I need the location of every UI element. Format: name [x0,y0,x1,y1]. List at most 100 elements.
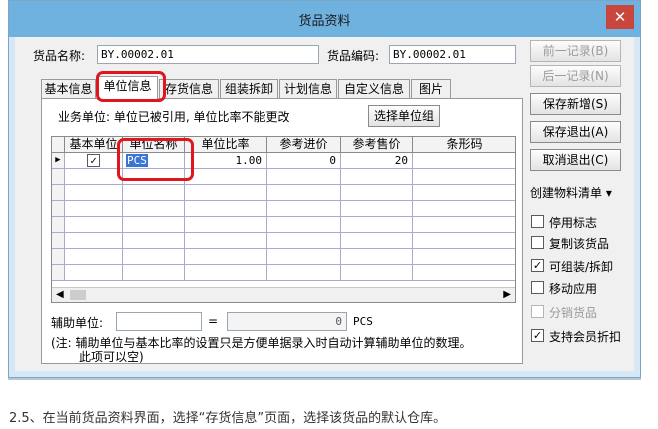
disable-flag-checkbox[interactable] [531,215,544,228]
empty-grid-cell[interactable] [52,169,65,185]
empty-grid-cell[interactable] [123,265,185,281]
table-row-cell-ref-purchase[interactable]: 0 [267,153,341,169]
empty-grid-cell[interactable] [341,265,413,281]
empty-grid-cell[interactable] [267,249,341,265]
horizontal-scrollbar[interactable]: ◀ ▶ [52,287,515,302]
save-exit-button[interactable]: 保存退出(A) [530,121,621,143]
empty-grid-cell[interactable] [123,249,185,265]
scroll-thumb[interactable] [70,290,86,300]
table-row-cell-unit-name[interactable]: PCS [123,153,185,169]
empty-grid-cell[interactable] [65,201,123,217]
empty-grid-cell[interactable] [52,185,65,201]
scroll-left-arrow-icon[interactable]: ◀ [56,288,64,302]
empty-grid-cell[interactable] [267,233,341,249]
empty-grid-cell[interactable] [185,201,267,217]
empty-grid-cell[interactable] [341,169,413,185]
empty-grid-cell[interactable] [123,185,185,201]
empty-grid-cell[interactable] [65,169,123,185]
empty-grid-cell[interactable] [185,169,267,185]
note-line-2: 此项可以空) [79,350,144,364]
table-row-cell-ref-sale[interactable]: 20 [341,153,413,169]
empty-grid-cell[interactable] [267,185,341,201]
empty-grid-cell[interactable] [65,233,123,249]
empty-grid-cell[interactable] [185,265,267,281]
empty-grid-cell[interactable] [185,249,267,265]
empty-grid-cell[interactable] [267,169,341,185]
empty-grid-cell[interactable] [267,217,341,233]
empty-grid-cell[interactable] [413,233,515,249]
next-record-button[interactable]: 后一记录(N) [530,65,621,87]
scroll-right-arrow-icon[interactable]: ▶ [503,288,511,302]
base-unit-checkbox[interactable]: ✓ [87,154,100,167]
distribution-goods-checkbox[interactable] [531,305,544,318]
table-row-cell-unit-ratio[interactable]: 1.00 [185,153,267,169]
select-unit-group-button[interactable]: 选择单位组 [368,105,440,127]
empty-grid-cell[interactable] [413,249,515,265]
distribution-goods-label: 分销货品 [549,306,598,320]
tab-inventory-info[interactable]: 存货信息 [159,79,219,99]
close-button[interactable]: ✕ [606,5,634,29]
create-bom-menu[interactable]: 创建物料清单 ▾ [530,184,612,201]
prev-record-button[interactable]: 前一记录(B) [530,40,621,62]
empty-grid-cell[interactable] [341,233,413,249]
tab-custom-info[interactable]: 自定义信息 [338,79,410,99]
empty-grid-cell[interactable] [123,169,185,185]
empty-grid-cell[interactable] [123,233,185,249]
tab-basic-info[interactable]: 基本信息 [41,79,96,99]
empty-grid-cell[interactable] [123,201,185,217]
goods-code-field[interactable]: BY.00002.01 [389,45,516,64]
save-new-button[interactable]: 保存新增(S) [530,93,621,115]
empty-grid-cell[interactable] [413,169,515,185]
disable-flag-label: 停用标志 [549,216,598,230]
empty-grid-cell[interactable] [65,249,123,265]
col-header-unit-name[interactable]: 单位名称 [123,137,185,153]
empty-grid-cell[interactable] [413,185,515,201]
empty-grid-cell[interactable] [52,201,65,217]
col-header-base-unit[interactable]: 基本单位 [65,137,123,153]
unit-grid[interactable]: 基本单位 单位名称 单位比率 参考进价 参考售价 条形码 ▶ ✓ PCS 1.0… [51,136,516,303]
empty-grid-cell[interactable] [185,217,267,233]
cancel-exit-button[interactable]: 取消退出(C) [530,149,621,171]
empty-grid-cell[interactable] [52,233,65,249]
goods-name-field[interactable]: BY.00002.01 [97,45,319,64]
empty-grid-cell[interactable] [341,217,413,233]
empty-grid-cell[interactable] [267,265,341,281]
aux-qty-field[interactable]: 0 [227,312,347,331]
tab-assembly[interactable]: 组装拆卸 [220,79,278,99]
empty-grid-cell[interactable] [65,185,123,201]
empty-grid-cell[interactable] [413,217,515,233]
table-row-cell-base-unit[interactable]: ✓ [65,153,123,169]
member-discount-label: 支持会员折扣 [549,330,622,344]
tab-plan-info[interactable]: 计划信息 [279,79,337,99]
assembly-checkbox[interactable]: ✓ [531,259,544,272]
empty-grid-cell[interactable] [52,265,65,281]
empty-grid-cell[interactable] [413,201,515,217]
unit-name-selected-text[interactable]: PCS [126,154,148,167]
mobile-app-checkbox[interactable] [531,281,544,294]
empty-grid-cell[interactable] [52,217,65,233]
col-header-barcode[interactable]: 条形码 [413,137,515,153]
empty-grid-cell[interactable] [341,249,413,265]
empty-grid-cell[interactable] [52,249,65,265]
mobile-app-label: 移动应用 [549,282,598,296]
tab-unit-info[interactable]: 单位信息 [97,76,158,100]
tab-pictures[interactable]: 图片 [411,79,451,99]
col-header-ref-sale[interactable]: 参考售价 [341,137,413,153]
copy-goods-checkbox[interactable] [531,236,544,249]
table-row-cell-barcode[interactable] [413,153,515,169]
col-header-unit-ratio[interactable]: 单位比率 [185,137,267,153]
empty-grid-cell[interactable] [123,217,185,233]
empty-grid-cell[interactable] [65,265,123,281]
goods-code-label: 货品编码: [327,49,380,63]
tutorial-caption: 2.5、在当前货品资料界面，选择“存货信息”页面，选择该货品的默认仓库。 [9,411,447,426]
empty-grid-cell[interactable] [185,185,267,201]
empty-grid-cell[interactable] [341,201,413,217]
empty-grid-cell[interactable] [267,201,341,217]
empty-grid-cell[interactable] [413,265,515,281]
empty-grid-cell[interactable] [65,217,123,233]
empty-grid-cell[interactable] [185,233,267,249]
aux-unit-field[interactable] [116,312,202,331]
col-header-ref-purchase[interactable]: 参考进价 [267,137,341,153]
empty-grid-cell[interactable] [341,185,413,201]
member-discount-checkbox[interactable]: ✓ [531,329,544,342]
